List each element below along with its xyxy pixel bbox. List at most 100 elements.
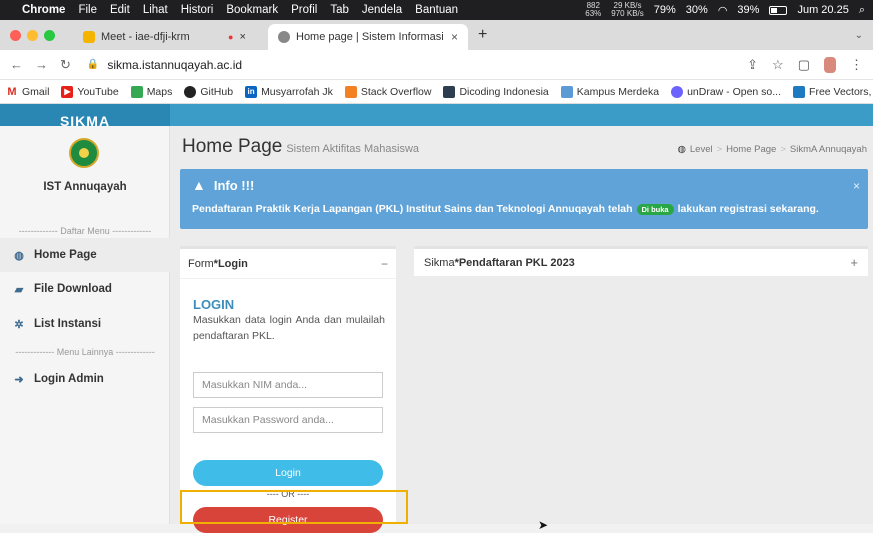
bookmark-label: Stack Overflow bbox=[360, 85, 432, 98]
gmail-icon: M bbox=[7, 85, 17, 98]
bookmark-label: YouTube bbox=[77, 85, 119, 98]
tab-recording[interactable]: ● × bbox=[218, 24, 268, 50]
bookmark-youtube[interactable]: ▶ YouTube bbox=[61, 85, 119, 98]
bookmark-undraw[interactable]: unDraw - Open so... bbox=[671, 85, 781, 98]
close-window-button[interactable] bbox=[10, 29, 21, 41]
other-menu-divider: ------------- Menu Lainnya ------------- bbox=[15, 347, 155, 357]
address-actions: ⇪ ☆ ▢ ⋮ bbox=[747, 56, 863, 73]
bookmark-github[interactable]: GitHub bbox=[184, 85, 234, 98]
search-icon[interactable]: ⌕ bbox=[859, 4, 865, 17]
menu-help[interactable]: Bantuan bbox=[415, 4, 458, 16]
status-badge: Di buka bbox=[636, 203, 674, 215]
forward-arrow-icon[interactable]: → bbox=[35, 57, 48, 72]
clock[interactable]: Jum 20.25 bbox=[797, 4, 848, 16]
login-heading: LOGIN bbox=[193, 297, 235, 312]
collapse-icon[interactable]: − bbox=[381, 257, 388, 271]
sidebar-item-list-instansi[interactable]: ✲ List Instansi bbox=[0, 307, 170, 341]
bookmark-maps[interactable]: Maps bbox=[130, 85, 172, 98]
web-page: SIKMA IST Annuqayah ------------- Daftar… bbox=[0, 104, 873, 533]
expand-icon[interactable]: + bbox=[850, 255, 858, 270]
breadcrumb-home[interactable]: Home Page bbox=[726, 144, 776, 155]
menu-history[interactable]: Histori bbox=[181, 4, 214, 16]
network-stat: 29 KB/s 970 KB/s bbox=[611, 2, 643, 18]
github-icon bbox=[184, 85, 197, 98]
maps-icon bbox=[130, 85, 143, 98]
bookmark-kampus-merdeka[interactable]: Kampus Merdeka bbox=[560, 85, 660, 98]
bookmark-dicoding[interactable]: Dicoding Indonesia bbox=[443, 85, 549, 98]
profile-avatar-icon[interactable] bbox=[824, 56, 836, 73]
star-icon[interactable]: ☆ bbox=[772, 57, 784, 73]
alert-title-text: Info !!! bbox=[213, 177, 255, 193]
page-title-text: Home Page bbox=[182, 136, 283, 157]
back-arrow-icon[interactable]: ← bbox=[10, 57, 23, 72]
login-description: Masukkan data login Anda dan mulailah pe… bbox=[193, 314, 385, 342]
sidebar-item-label: Home Page bbox=[34, 249, 97, 261]
url-text[interactable]: sikma.istannuqayah.ac.id bbox=[107, 58, 242, 72]
reload-icon[interactable]: ↻ bbox=[60, 57, 71, 73]
sign-in-icon: ➜ bbox=[14, 373, 24, 386]
lock-icon[interactable]: 🔒 bbox=[87, 59, 99, 70]
breadcrumb-level[interactable]: Level bbox=[690, 144, 713, 155]
close-icon[interactable]: × bbox=[239, 31, 245, 43]
tab-search-chevron-icon[interactable]: ⌄ bbox=[855, 30, 863, 41]
undraw-icon bbox=[671, 85, 684, 98]
freevectors-icon bbox=[793, 85, 806, 98]
tab-meet[interactable]: Meet - iae-dfji-krm bbox=[73, 24, 218, 50]
dicoding-icon bbox=[443, 85, 456, 98]
sidepanel-icon[interactable]: ▢ bbox=[798, 57, 810, 73]
bookmark-label: Musyarrofah Jk bbox=[261, 85, 333, 98]
breadcrumb: ◍ Level > Home Page > SikmA Annuqayah bbox=[678, 144, 867, 155]
breadcrumb-separator: > bbox=[780, 144, 786, 155]
bookmark-label: Kampus Merdeka bbox=[576, 85, 660, 98]
menu-edit[interactable]: Edit bbox=[110, 4, 130, 16]
menu-bookmark[interactable]: Bookmark bbox=[226, 4, 278, 16]
bookmark-label: GitHub bbox=[200, 85, 234, 98]
alert-message: Pendaftaran Praktik Kerja Lapangan (PKL)… bbox=[192, 203, 856, 215]
menu-tab[interactable]: Tab bbox=[330, 4, 349, 16]
close-tab-button[interactable]: × bbox=[451, 30, 458, 44]
logo-text: SIKMA bbox=[59, 113, 111, 129]
alert-title: ▲ Info !!! bbox=[192, 177, 856, 193]
bookmark-stackoverflow[interactable]: Stack Overflow bbox=[344, 85, 432, 98]
site-logo[interactable]: SIKMA bbox=[0, 104, 170, 129]
login-button[interactable]: Login bbox=[193, 460, 383, 486]
register-highlight-frame bbox=[180, 490, 408, 524]
url-field[interactable]: 🔒 sikma.istannuqayah.ac.id bbox=[87, 58, 242, 72]
share-icon[interactable]: ⇪ bbox=[747, 57, 758, 73]
nim-input[interactable]: Masukkan NIM anda... bbox=[193, 372, 383, 398]
sidebar-item-file-download[interactable]: ▰ File Download bbox=[0, 272, 170, 306]
tab-home-page[interactable]: Home page | Sistem Informasi × bbox=[268, 24, 468, 50]
battery-icon[interactable] bbox=[769, 5, 788, 15]
bookmark-label: Gmail bbox=[22, 85, 50, 98]
menu-chrome[interactable]: Chrome bbox=[22, 4, 65, 16]
wifi-icon[interactable]: ◠ bbox=[718, 4, 728, 17]
menu-view[interactable]: Lihat bbox=[143, 4, 168, 16]
bookmark-linkedin[interactable]: in Musyarrofah Jk bbox=[245, 85, 333, 98]
kampus-merdeka-icon bbox=[560, 85, 573, 98]
login-form-box: Form *Login − LOGIN Masukkan data login … bbox=[180, 246, 396, 533]
book-icon: ▰ bbox=[14, 283, 24, 296]
menu-window[interactable]: Jendela bbox=[362, 4, 402, 16]
minimize-window-button[interactable] bbox=[27, 29, 38, 41]
bookmark-gmail[interactable]: M Gmail bbox=[6, 86, 49, 98]
meet-icon bbox=[83, 31, 95, 43]
page-title: Home Page Sistem Aktifitas Mahasiswa bbox=[182, 136, 419, 158]
alert-close-button[interactable]: × bbox=[853, 179, 860, 193]
menu-profile[interactable]: Profil bbox=[291, 4, 317, 16]
bookmark-freevectors[interactable]: Free Vectors, Stoc... bbox=[793, 85, 873, 98]
net-down: 970 KB/s bbox=[611, 9, 644, 18]
cpu-stat: 882 63% bbox=[585, 2, 601, 18]
sidebar-item-login-admin[interactable]: ➜ Login Admin bbox=[0, 362, 170, 396]
memory-stat: 79% bbox=[653, 4, 676, 16]
tab-home-label: Home page | Sistem Informasi bbox=[296, 31, 444, 43]
stackoverflow-icon bbox=[344, 85, 357, 98]
zoom-window-button[interactable] bbox=[44, 29, 55, 41]
menu-divider: ------------- Daftar Menu ------------- bbox=[18, 226, 152, 236]
more-menu-icon[interactable]: ⋮ bbox=[850, 57, 863, 73]
new-tab-button[interactable]: + bbox=[478, 26, 487, 44]
globe-icon bbox=[278, 31, 290, 43]
sidebar-item-home[interactable]: ◍ Home Page bbox=[0, 238, 170, 272]
login-box-title: *Login bbox=[213, 257, 248, 270]
menu-file[interactable]: File bbox=[78, 4, 97, 16]
password-input[interactable]: Masukkan Password anda... bbox=[193, 407, 383, 433]
